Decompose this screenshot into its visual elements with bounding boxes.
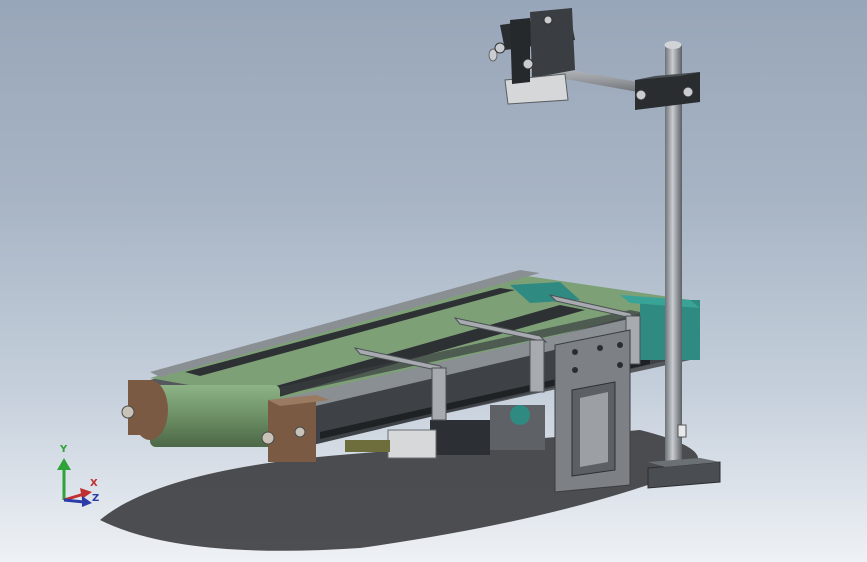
graphics-viewport[interactable]: Y X Z [0,0,867,562]
bolt-icon [543,15,553,25]
gearbox [430,420,490,455]
mount-block [387,429,437,459]
triad-x-label: X [90,478,98,489]
triad-z-label: Z [92,493,100,504]
mount-plate [345,440,390,452]
coordinate-triad [57,458,92,507]
mounting-bracket [554,329,631,493]
y-axis-arrowhead [57,458,71,470]
bolt-icon [682,86,694,98]
bolt-icon [635,89,647,101]
bolt-icon [494,42,506,54]
bolt-icon [294,426,306,438]
bolt-icon [121,405,135,419]
vertical-post [665,45,682,470]
z-axis-arrow [63,498,85,504]
model-canvas[interactable] [0,0,867,562]
front-roller [150,385,280,447]
triad-y-label: Y [60,444,68,455]
z-axis-arrowhead [82,496,92,507]
bolt-icon [522,58,534,70]
x-axis-arrowhead [80,488,92,499]
end-cap-right [268,400,316,462]
bolt-icon [261,431,275,445]
